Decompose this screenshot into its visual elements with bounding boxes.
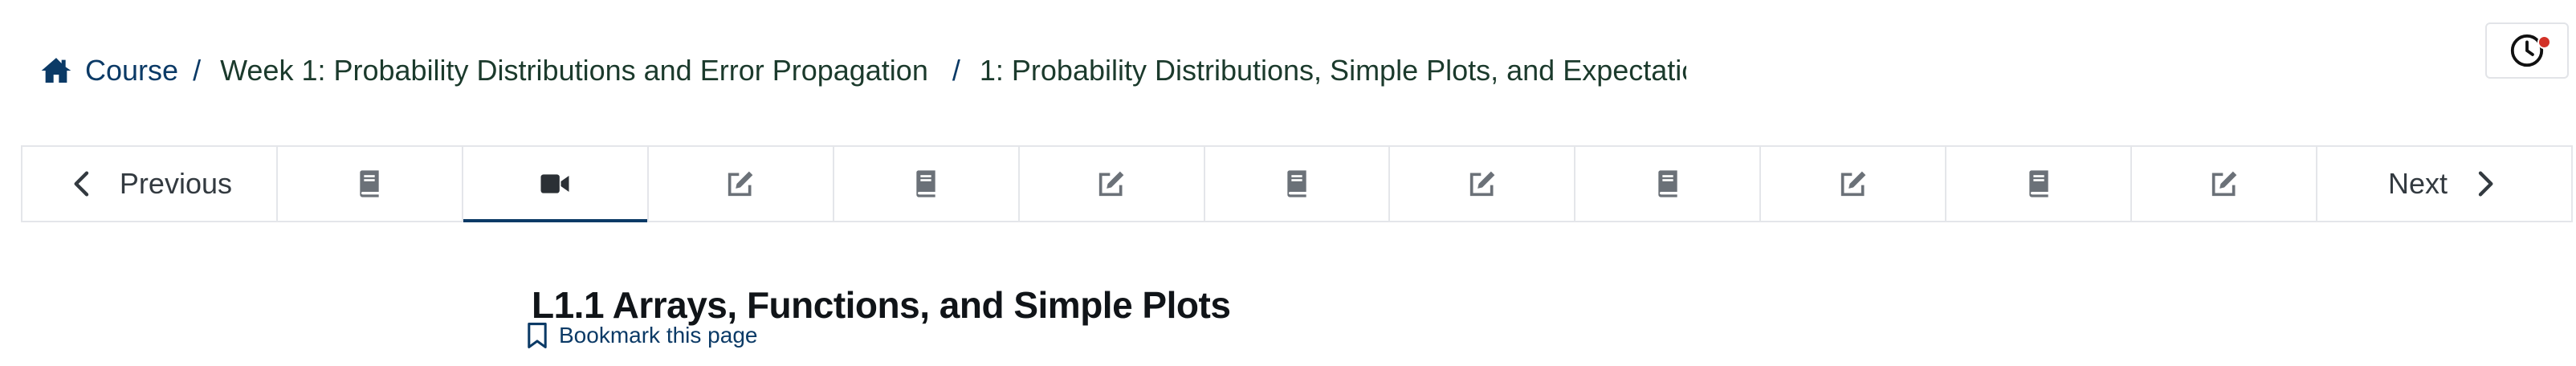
video-icon (540, 174, 569, 193)
breadcrumb-course-label: Course (85, 54, 179, 87)
unit-tab-6[interactable] (1205, 147, 1391, 221)
home-icon (41, 58, 71, 83)
book-icon (916, 170, 935, 197)
unit-tab-10[interactable] (1946, 147, 2133, 221)
unit-tab-5[interactable] (1020, 147, 1205, 221)
breadcrumb: Course / Week 1: Probability Distributio… (40, 50, 1686, 92)
unit-tab-9[interactable] (1761, 147, 1947, 221)
breadcrumb-section-link[interactable]: Week 1: Probability Distributions and Er… (220, 54, 928, 87)
bookmark-label: Bookmark this page (559, 323, 758, 348)
breadcrumb-separator: / (952, 54, 960, 87)
breadcrumb-course-link[interactable]: Course (40, 54, 178, 87)
unit-tab-7[interactable] (1390, 147, 1576, 221)
edit-icon (1098, 171, 1124, 197)
unit-tab-11[interactable] (2132, 147, 2318, 221)
edit-icon (1469, 171, 1495, 197)
book-icon (2029, 170, 2048, 197)
unit-tab-1[interactable] (278, 147, 463, 221)
book-icon (1658, 170, 1677, 197)
chevron-left-icon (74, 171, 89, 197)
book-icon (360, 170, 380, 197)
breadcrumb-separator: / (193, 54, 202, 87)
next-button[interactable]: Next (2317, 147, 2571, 221)
unit-tab-8[interactable] (1575, 147, 1762, 221)
sequence-navigation: Previous Next (21, 145, 2573, 222)
chevron-right-icon (2478, 171, 2493, 197)
previous-label: Previous (119, 167, 232, 200)
edit-icon (1840, 171, 1866, 197)
next-label: Next (2388, 167, 2448, 200)
edit-icon (728, 171, 753, 197)
notification-dot (2537, 35, 2551, 49)
courseware-page: Course / Week 1: Probability Distributio… (0, 0, 2576, 366)
breadcrumb-subsection-link[interactable]: 1: Probability Distributions, Simple Plo… (980, 54, 1686, 87)
bookmark-icon (528, 323, 547, 348)
unit-tab-4[interactable] (834, 147, 1020, 221)
notification-tray-button[interactable] (2485, 22, 2569, 79)
book-icon (1287, 170, 1306, 197)
edit-icon (2211, 171, 2236, 197)
previous-button[interactable]: Previous (22, 147, 278, 221)
bookmark-button[interactable]: Bookmark this page (525, 319, 757, 352)
unit-tab-3[interactable] (649, 147, 834, 221)
unit-tab-2[interactable] (463, 147, 649, 222)
